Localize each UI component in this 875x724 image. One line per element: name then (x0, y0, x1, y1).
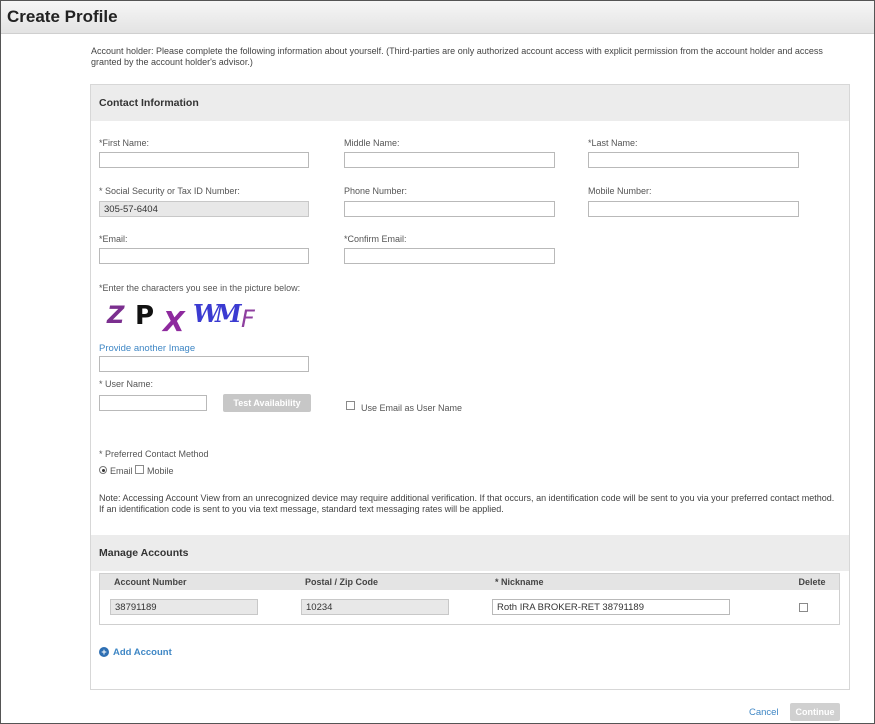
email-label: *Email: (99, 234, 128, 244)
use-email-as-username-checkbox[interactable] (346, 401, 355, 410)
confirm-email-field[interactable] (344, 248, 555, 264)
captcha-char: X (163, 305, 185, 338)
contact-information-header: Contact Information (91, 85, 849, 121)
username-label: * User Name: (99, 379, 154, 389)
captcha-char: M (215, 299, 242, 328)
accounts-table: Account Number Postal / Zip Code * Nickn… (99, 573, 840, 625)
last-name-field[interactable] (588, 152, 799, 168)
use-email-as-username-label: Use Email as User Name (361, 403, 463, 413)
profile-form-panel: Contact Information *First Name: Middle … (90, 84, 850, 690)
ssn-label: * Social Security or Tax ID Number: (99, 186, 240, 196)
cancel-link[interactable]: Cancel (749, 707, 779, 718)
intro-text: Account holder: Please complete the foll… (91, 46, 823, 67)
captcha-char: P (135, 301, 155, 331)
phone-number-label: Phone Number: (344, 186, 408, 196)
nickname-field[interactable]: Roth IRA BROKER-RET 38791189 (492, 599, 730, 615)
first-name-label: *First Name: (99, 138, 150, 148)
test-availability-button[interactable]: Test Availability (223, 394, 311, 412)
mobile-number-field[interactable] (588, 201, 799, 217)
provide-another-image-link[interactable]: Provide another Image (99, 343, 195, 354)
middle-name-field[interactable] (344, 152, 555, 168)
page-title: Create Profile (7, 7, 118, 26)
contact-method-mobile-radio[interactable] (135, 465, 144, 474)
column-header-account-number: Account Number (100, 574, 319, 590)
mobile-number-label: Mobile Number: (588, 186, 652, 196)
confirm-email-label: *Confirm Email: (344, 234, 407, 244)
captcha-char: Z (107, 301, 125, 329)
verification-note: Note: Accessing Account View from an unr… (99, 493, 835, 514)
first-name-field[interactable] (99, 152, 309, 168)
captcha-field[interactable] (99, 356, 309, 372)
captcha-char: F (241, 305, 255, 333)
captcha-image: Z P X W M F (107, 297, 277, 338)
contact-information-heading: Contact Information (99, 97, 199, 109)
title-bar: Create Profile (1, 1, 874, 34)
username-field[interactable] (99, 395, 207, 411)
preferred-contact-label: * Preferred Contact Method (99, 449, 209, 459)
email-field[interactable] (99, 248, 309, 264)
manage-accounts-header: Manage Accounts (91, 535, 849, 571)
phone-number-field[interactable] (344, 201, 555, 217)
column-header-nickname: * Nickname (495, 574, 785, 590)
contact-method-email-label: Email (110, 466, 133, 476)
contact-method-email-radio[interactable] (99, 466, 107, 474)
manage-accounts-heading: Manage Accounts (99, 547, 189, 559)
postal-code-field[interactable]: 10234 (301, 599, 449, 615)
account-number-field[interactable]: 38791189 (110, 599, 258, 615)
ssn-field[interactable]: 305-57-6404 (99, 201, 309, 217)
add-icon[interactable]: + (99, 647, 109, 657)
delete-account-checkbox[interactable] (799, 603, 808, 612)
contact-method-mobile-label: Mobile (147, 466, 174, 476)
column-header-delete: Delete (785, 574, 839, 590)
continue-button[interactable]: Continue (790, 703, 840, 721)
create-profile-window: Create Profile Account holder: Please co… (0, 0, 875, 724)
add-account-link[interactable]: Add Account (113, 647, 172, 658)
column-header-postal-code: Postal / Zip Code (305, 574, 495, 590)
middle-name-label: Middle Name: (344, 138, 400, 148)
captcha-label: *Enter the characters you see in the pic… (99, 283, 301, 293)
last-name-label: *Last Name: (588, 138, 638, 148)
